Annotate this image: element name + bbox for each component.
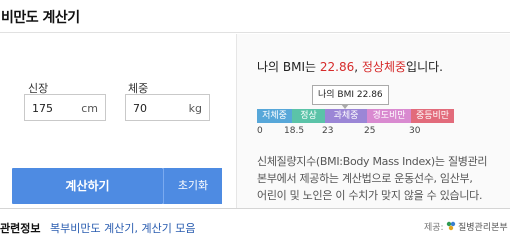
kcdc-logo-icon xyxy=(446,221,456,231)
page-title: 비만도 계산기 xyxy=(1,10,80,26)
tick-25: 25 xyxy=(364,126,376,136)
description-line-3: 어린이 및 노인은 이 수치가 맞지 않을 수 있습니다. xyxy=(257,189,483,202)
weight-value: 70 xyxy=(133,102,147,115)
description-line-2: 본부에서 제공하는 계산법으로 운동선수, 임산부, xyxy=(257,172,473,185)
footer: 관련정보 복부비만도 계산기, 계산기 모음 제공: 질병관리본부 xyxy=(0,208,510,243)
reset-button[interactable]: 초기화 xyxy=(163,168,222,204)
related-info-label: 관련정보 xyxy=(0,222,41,235)
tick-18-5: 18.5 xyxy=(284,126,305,136)
source-label: 제공: xyxy=(424,223,444,233)
result-comma: , xyxy=(354,60,362,74)
scale-segment-normal: 정상 xyxy=(292,109,325,123)
scale-segment-underweight: 저체중 xyxy=(257,109,292,123)
weight-input[interactable]: 70 kg xyxy=(125,94,210,121)
scale-segment-obese-mild: 경도비만 xyxy=(367,109,411,123)
bmi-scale-bar: 저체중 정상 과체중 경도비만 중등비만 xyxy=(257,109,454,123)
result-prefix: 나의 BMI는 xyxy=(257,60,320,74)
tick-0: 0 xyxy=(257,126,263,136)
height-input[interactable]: 175 cm xyxy=(24,94,106,121)
tick-30: 30 xyxy=(409,126,421,136)
result-suffix: 입니다. xyxy=(406,60,443,74)
source-name: 질병관리본부 xyxy=(458,223,508,233)
calculate-button[interactable]: 계산하기 xyxy=(12,168,163,204)
scale-segment-obese-moderate: 중등비만 xyxy=(411,109,454,123)
related-links[interactable]: 복부비만도 계산기, 계산기 모음 xyxy=(50,220,196,236)
bmi-value: 22.86 xyxy=(319,60,355,74)
scale-ticks: 0 18.5 23 25 30 xyxy=(257,126,477,138)
scale-segment-overweight: 과체중 xyxy=(325,109,367,123)
weight-unit: kg xyxy=(188,102,202,115)
result-panel: 나의 BMI는 22.86, 정상체중입니다. 나의 BMI 22.86 저체중… xyxy=(236,34,510,208)
bmi-tooltip: 나의 BMI 22.86 xyxy=(312,85,389,109)
bmi-status: 정상체중 xyxy=(361,60,407,74)
height-value: 175 xyxy=(32,102,53,115)
input-panel: 신장 175 cm 체중 70 kg 계산하기 초기화 xyxy=(0,34,235,208)
description-line-1: 신체질량지수(BMI:Body Mass Index)는 질병관리 xyxy=(257,155,488,168)
tick-23: 23 xyxy=(322,126,334,136)
result-text: 나의 BMI는 22.86, 정상체중입니다. xyxy=(257,58,443,75)
height-unit: cm xyxy=(81,102,98,115)
header: 비만도 계산기 xyxy=(0,0,510,33)
bmi-description: 신체질량지수(BMI:Body Mass Index)는 질병관리 본부에서 제… xyxy=(257,153,507,204)
